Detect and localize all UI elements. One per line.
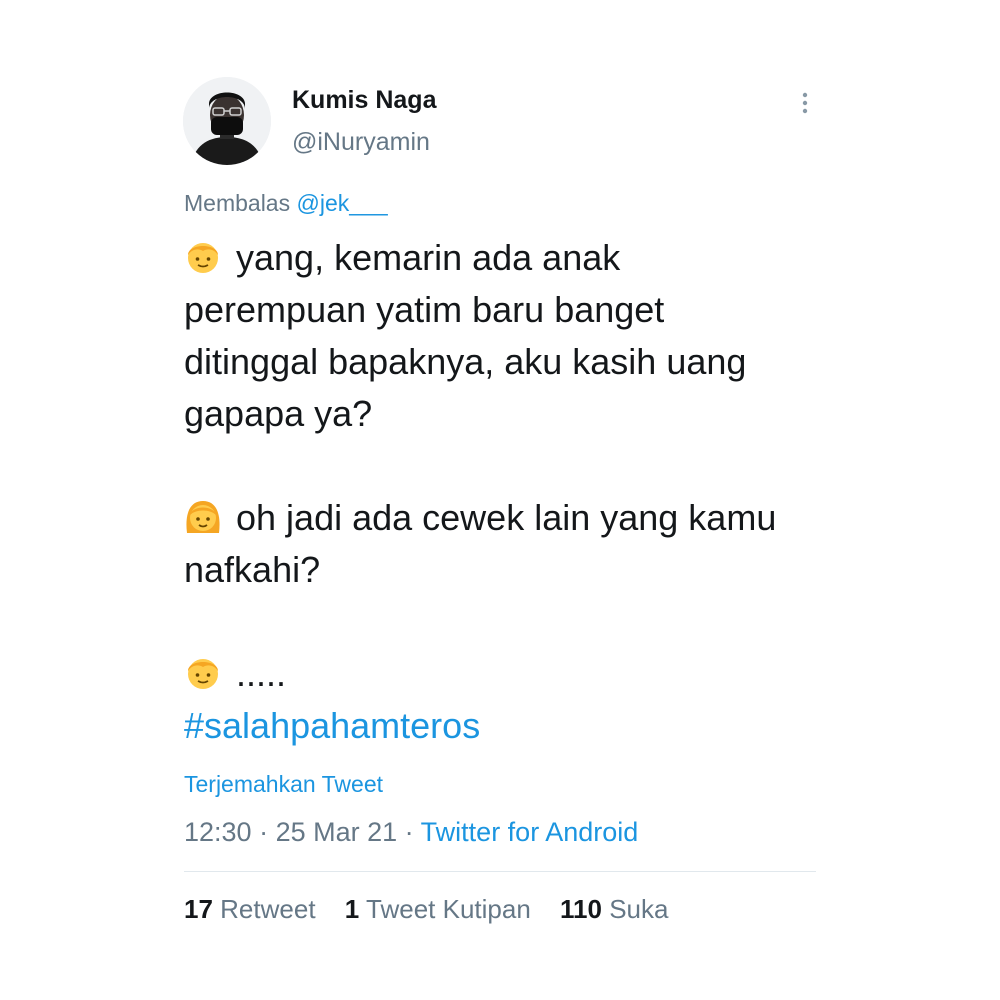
reply-prefix: Membalas [184, 190, 291, 216]
like-label: Suka [609, 894, 669, 924]
tweet-paragraph-text: oh jadi ada cewek lain yang kamu nafkahi… [184, 497, 777, 590]
tweet-meta: 12:30 · 25 Mar 21 · Twitter for Android [184, 817, 638, 848]
tweet-source-link[interactable]: Twitter for Android [421, 817, 639, 847]
divider [184, 871, 816, 872]
reply-mention-link[interactable]: @jek___ [297, 190, 388, 216]
masked-person-icon [183, 77, 271, 165]
tweet-card: Kumis Naga @iNuryamin Membalas @jek___ y… [0, 0, 1000, 1000]
meta-separator: · [251, 817, 276, 847]
tweet-date: 25 Mar 21 [275, 817, 398, 847]
tweet-time: 12:30 [184, 817, 252, 847]
reply-context: Membalas @jek___ [184, 190, 388, 217]
tweet-paragraph-text: yang, kemarin ada anak perempuan yatim b… [184, 237, 747, 434]
boy-emoji-icon [188, 659, 218, 689]
meta-separator: · [397, 817, 421, 847]
girl-emoji-icon [186, 501, 220, 533]
like-stat[interactable]: 110 Suka [560, 894, 668, 924]
hashtag-link[interactable]: #salahpahamteros [184, 705, 480, 746]
avatar[interactable] [183, 77, 271, 165]
user-handle[interactable]: @iNuryamin [292, 128, 430, 157]
tweet-stats: 17 Retweet 1 Tweet Kutipan 110 Suka [184, 894, 690, 925]
retweet-count: 17 [184, 894, 213, 924]
display-name[interactable]: Kumis Naga [292, 86, 436, 115]
retweet-stat[interactable]: 17 Retweet [184, 894, 316, 924]
tweet-text: yang, kemarin ada anak perempuan yatim b… [184, 232, 804, 752]
tweet-paragraph-text: ..... [236, 653, 287, 694]
translate-tweet-link[interactable]: Terjemahkan Tweet [184, 771, 383, 798]
more-vertical-icon[interactable] [790, 88, 820, 122]
retweet-label: Retweet [220, 894, 316, 924]
tweet-paragraph: yang, kemarin ada anak perempuan yatim b… [184, 232, 804, 440]
tweet-paragraph: ..... [184, 648, 804, 700]
quote-tweet-stat[interactable]: 1 Tweet Kutipan [345, 894, 531, 924]
quote-label: Tweet Kutipan [366, 894, 531, 924]
like-count: 110 [560, 894, 602, 924]
quote-count: 1 [344, 894, 360, 924]
boy-emoji-icon [188, 243, 218, 273]
tweet-hashtag-line: #salahpahamteros [184, 700, 804, 752]
tweet-paragraph: oh jadi ada cewek lain yang kamu nafkahi… [184, 492, 804, 596]
